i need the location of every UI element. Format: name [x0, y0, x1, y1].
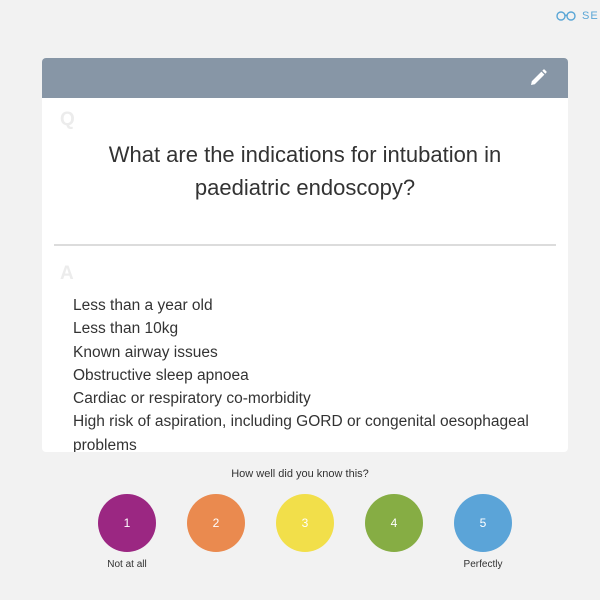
- edit-button[interactable]: [528, 68, 548, 88]
- see-link[interactable]: SE: [556, 10, 599, 22]
- rating-low-caption: Not at all: [107, 559, 147, 570]
- answer-item: Less than 10kg: [73, 320, 179, 338]
- answer-item: Known airway issues: [73, 343, 218, 361]
- rating-row: 1 2 3 4 5 Not at all Perfectly: [0, 494, 600, 574]
- rating-button-1[interactable]: 1: [98, 494, 156, 552]
- question-text: What are the indications for intubation …: [108, 142, 502, 200]
- answer-marker: A: [60, 263, 74, 284]
- card-header: [42, 58, 568, 98]
- answer-item: Less than a year old: [73, 297, 213, 314]
- rating-button-5[interactable]: 5: [454, 494, 512, 552]
- see-label: SE: [582, 10, 599, 22]
- flashcard: Q What are the indications for intubatio…: [42, 58, 568, 452]
- rating-prompt: How well did you know this?: [231, 468, 369, 480]
- pencil-icon: [531, 69, 547, 85]
- flashcard-page: SE Q What are the indications for intuba…: [0, 0, 600, 600]
- answer-list: Less than a year old Less than 10kg Know…: [73, 294, 544, 452]
- rating-button-4[interactable]: 4: [365, 494, 423, 552]
- answer-item: Cardiac or respiratory co-morbidity: [73, 390, 311, 408]
- rating-high-caption: Perfectly: [463, 559, 503, 570]
- divider: [54, 244, 556, 246]
- glasses-icon: [556, 11, 576, 21]
- question-marker: Q: [60, 109, 75, 130]
- answer-item: Obstructive sleep apnoea: [73, 366, 249, 384]
- rating-button-2[interactable]: 2: [187, 494, 245, 552]
- answer-item: High risk of aspiration, including GORD …: [73, 413, 529, 452]
- rating-button-3[interactable]: 3: [276, 494, 334, 552]
